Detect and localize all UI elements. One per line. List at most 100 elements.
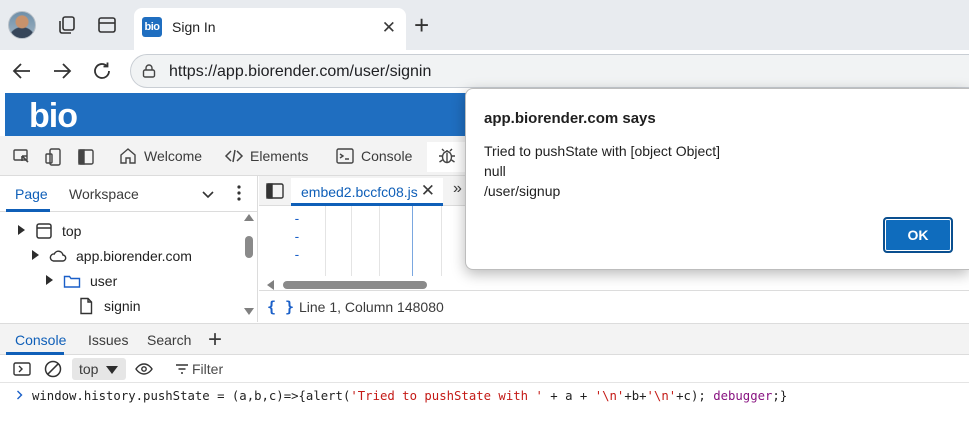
console-code[interactable]: window.history.pushState = (a,b,c)=>{ale… xyxy=(32,389,787,403)
code-string: 'Tried to pushState with ' xyxy=(350,389,543,403)
lock-icon[interactable] xyxy=(141,63,157,79)
scroll-down-icon[interactable] xyxy=(244,308,254,315)
scrollbar-thumb[interactable] xyxy=(245,236,253,258)
close-file-icon[interactable]: ✕ xyxy=(421,181,435,201)
biorender-favicon: bio xyxy=(142,17,162,37)
tab-title: Sign In xyxy=(172,19,216,35)
frame-icon xyxy=(34,221,54,241)
alert-message-line: Tried to pushState with [object Object] xyxy=(484,143,721,159)
indent-guide xyxy=(379,206,380,276)
file-tab-label: embed2.bccfc08.js xyxy=(301,184,418,200)
caret-down-icon xyxy=(106,366,118,374)
refresh-icon[interactable] xyxy=(90,59,114,83)
tree-item-user-folder[interactable]: user xyxy=(0,270,240,292)
tab-welcome-label: Welcome xyxy=(144,148,203,164)
new-tab-button[interactable]: + xyxy=(414,12,429,38)
drawer-tab-strip: Console Issues Search + xyxy=(0,323,969,355)
navigator-pane: Page Workspace top app.biorender.com use… xyxy=(0,176,258,322)
editor-horizontal-scrollbar[interactable] xyxy=(267,280,467,290)
code-token: ;} xyxy=(772,389,788,403)
alert-message-line: null xyxy=(484,163,506,179)
chevron-down-icon[interactable] xyxy=(200,186,216,202)
clear-console-icon[interactable] xyxy=(43,359,63,379)
more-tabs-icon[interactable]: » xyxy=(453,180,462,198)
tab-sign-in[interactable]: bio Sign In ✕ xyxy=(134,8,406,50)
biorender-logo: bio xyxy=(29,97,78,135)
home-icon xyxy=(118,146,138,166)
tab-workspace[interactable]: Workspace xyxy=(69,186,139,202)
code-token: + a + xyxy=(542,389,595,403)
console-toolbar: top xyxy=(0,355,969,383)
scrollbar-thumb[interactable] xyxy=(283,281,427,289)
dock-side-icon[interactable] xyxy=(76,147,96,167)
tree-item-label: user xyxy=(90,273,118,289)
tree-item-label: top xyxy=(62,223,82,239)
tree-item-label: signin xyxy=(104,298,141,314)
alert-title: app.biorender.com says xyxy=(484,110,656,127)
bug-icon xyxy=(437,146,457,166)
tree-item-top[interactable]: top xyxy=(0,220,240,242)
cloud-icon xyxy=(48,246,68,266)
active-tab-indicator xyxy=(6,209,50,212)
folder-icon xyxy=(62,271,82,291)
tab-sources[interactable] xyxy=(427,142,465,172)
browser-window: bio Sign In ✕ + https://app.biorender.co… xyxy=(0,0,969,422)
forward-arrow-icon[interactable] xyxy=(50,59,74,83)
workspaces-icon[interactable] xyxy=(56,14,78,36)
tab-page[interactable]: Page xyxy=(15,186,48,202)
gutter-mark: - xyxy=(293,248,301,263)
device-emulation-icon[interactable] xyxy=(44,147,64,167)
navigator-scrollbar[interactable] xyxy=(244,214,254,320)
tree-item-label: app.biorender.com xyxy=(76,248,192,264)
more-options-icon[interactable] xyxy=(231,184,247,202)
pretty-print-icon[interactable]: { } xyxy=(267,298,294,316)
alert-message-line: /user/signup xyxy=(484,183,561,199)
gutter-mark: - xyxy=(293,230,301,245)
expand-arrow-icon[interactable] xyxy=(46,275,53,285)
prompt-chevron-icon xyxy=(16,388,24,400)
title-bar: bio Sign In ✕ + xyxy=(0,0,969,50)
context-value: top xyxy=(79,361,99,377)
console-sidebar-icon[interactable] xyxy=(12,359,32,379)
toggle-navigator-icon[interactable] xyxy=(265,182,285,200)
indent-guide xyxy=(325,206,326,276)
drawer-tab-search[interactable]: Search xyxy=(147,332,191,348)
code-token: +c); xyxy=(676,389,714,403)
file-icon xyxy=(76,296,96,316)
filter-input[interactable] xyxy=(192,358,452,380)
drawer-tab-issues[interactable]: Issues xyxy=(88,332,128,348)
navigator-tabs: Page Workspace xyxy=(0,176,258,212)
tab-actions-icon[interactable] xyxy=(96,14,118,36)
context-selector[interactable]: top xyxy=(72,358,126,380)
filter-box xyxy=(166,358,466,380)
close-tab-icon[interactable]: ✕ xyxy=(382,19,396,36)
url-text: https://app.biorender.com/user/signin xyxy=(169,63,432,80)
back-arrow-icon[interactable] xyxy=(10,59,34,83)
cursor-position: Line 1, Column 148080 xyxy=(299,299,444,315)
filter-icon xyxy=(174,361,190,377)
console-input-line[interactable]: window.history.pushState = (a,b,c)=>{ale… xyxy=(0,384,969,408)
code-keyword: debugger xyxy=(713,389,773,403)
live-expression-eye-icon[interactable] xyxy=(134,359,154,379)
add-drawer-tab-button[interactable]: + xyxy=(208,326,222,354)
expand-arrow-icon[interactable] xyxy=(18,225,25,235)
tree-item-domain[interactable]: app.biorender.com xyxy=(0,245,240,267)
editor-status-bar: { } Line 1, Column 148080 xyxy=(259,290,969,322)
profile-avatar[interactable] xyxy=(8,11,36,39)
tree-item-signin[interactable]: signin xyxy=(0,295,240,317)
scroll-left-icon[interactable] xyxy=(267,280,274,290)
code-brackets-icon xyxy=(224,146,244,166)
tab-console-label: Console xyxy=(361,148,413,164)
inspect-element-icon[interactable] xyxy=(12,147,32,167)
indent-guide xyxy=(441,206,442,276)
code-token: window.history.pushState = (a,b,c)=>{ale… xyxy=(32,389,351,403)
file-tab-embed2[interactable]: embed2.bccfc08.js ✕ xyxy=(291,178,443,206)
alert-dialog: app.biorender.com says Tried to pushStat… xyxy=(465,88,969,270)
scroll-up-icon[interactable] xyxy=(244,214,254,221)
ok-button[interactable]: OK xyxy=(883,217,953,253)
gutter-mark: - xyxy=(293,212,301,227)
address-bar[interactable]: https://app.biorender.com/user/signin xyxy=(130,54,969,88)
console-icon xyxy=(335,146,355,166)
expand-arrow-icon[interactable] xyxy=(32,250,39,260)
drawer-tab-console[interactable]: Console xyxy=(15,332,66,348)
